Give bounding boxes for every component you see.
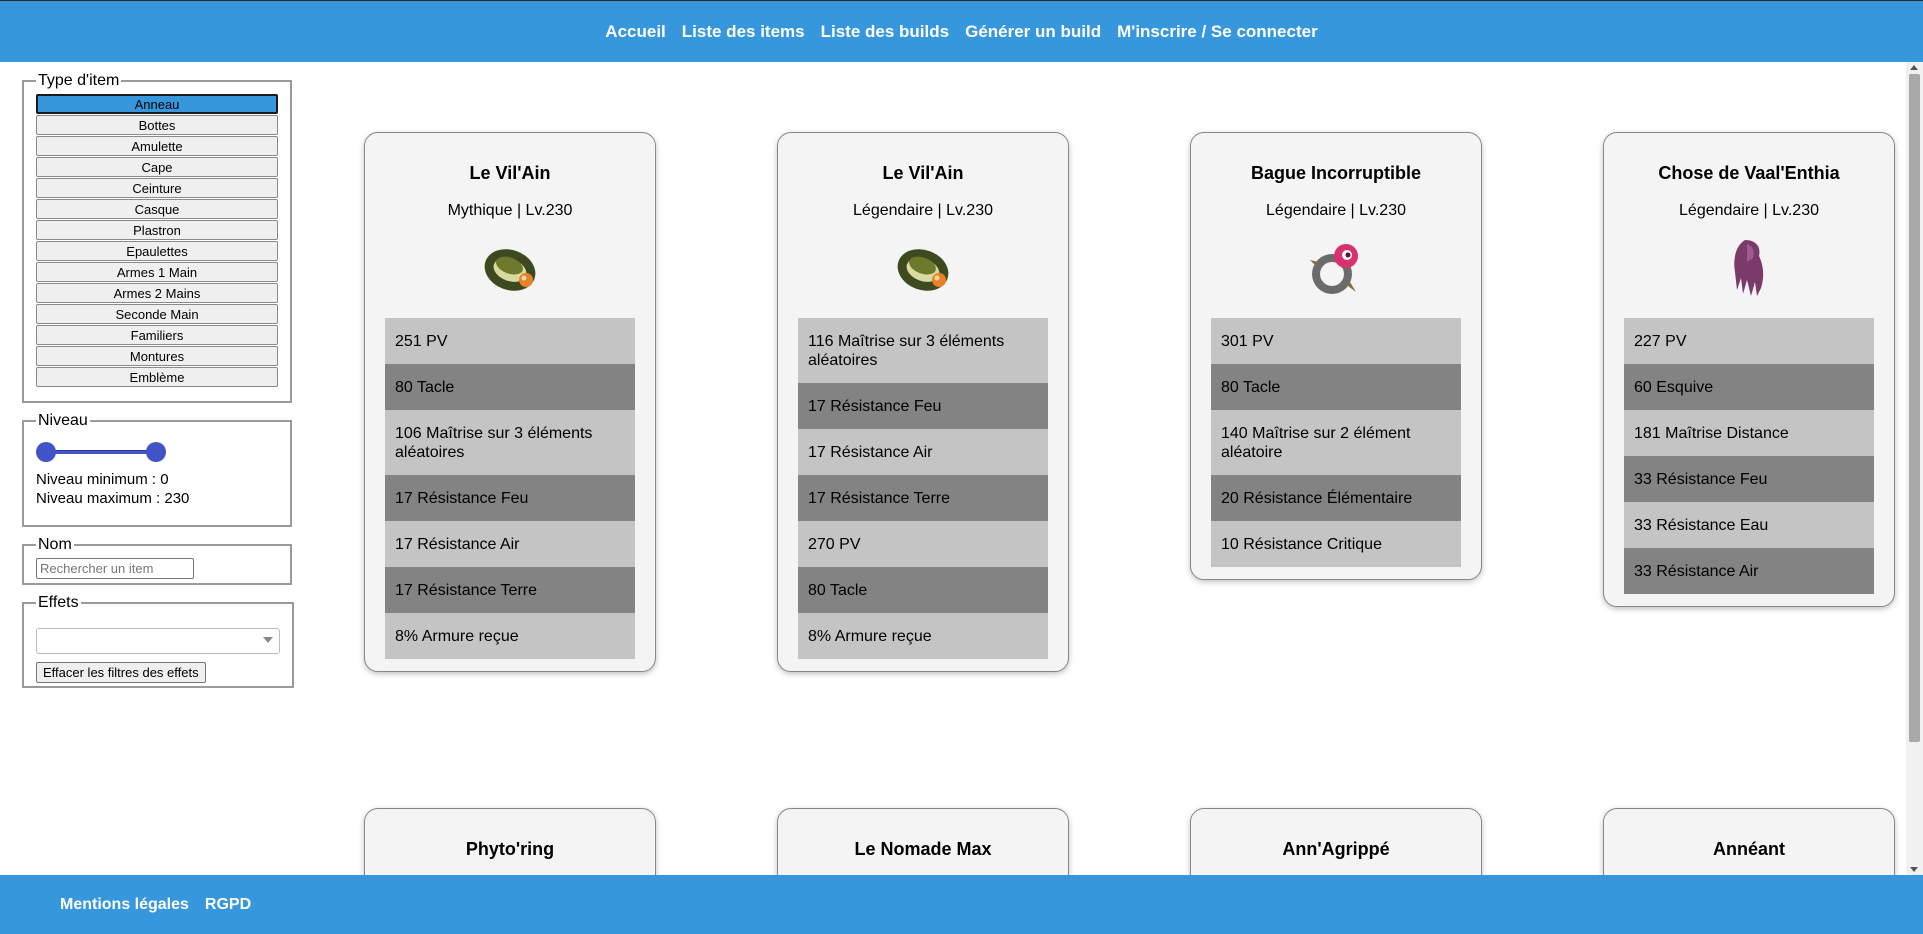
footer-link-rgpd[interactable]: RGPD (205, 896, 251, 914)
scrollbar-thumb[interactable] (1909, 74, 1920, 742)
type-button-familiers[interactable]: Familiers (36, 325, 278, 345)
item-stats: 116 Maîtrise sur 3 éléments aléatoires 1… (798, 318, 1048, 659)
item-card[interactable]: Chose de Vaal'Enthia Légendaire | Lv.230… (1603, 132, 1895, 607)
item-name: Le Vil'Ain (882, 163, 964, 183)
item-stat: 8% Armure reçue (385, 613, 635, 659)
name-legend: Nom (38, 536, 72, 553)
item-stat: 33 Résistance Eau (1624, 502, 1874, 548)
item-stats: 251 PV 80 Tacle 106 Maîtrise sur 3 éléme… (385, 318, 635, 659)
nav-liste-builds[interactable]: Liste des builds (821, 22, 949, 42)
type-button-seconde-main[interactable]: Seconde Main (36, 304, 278, 324)
type-button-armes-1-main[interactable]: Armes 1 Main (36, 262, 278, 282)
ring-green-orange-icon (798, 236, 1048, 300)
item-stat: 116 Maîtrise sur 3 éléments aléatoires (798, 318, 1048, 383)
effects-legend: Effets (38, 594, 79, 611)
item-stat: 181 Maîtrise Distance (1624, 410, 1874, 456)
item-name: Phyto'ring (465, 839, 555, 859)
nav-liste-items[interactable]: Liste des items (682, 22, 805, 42)
item-name: Ann'Agrippé (1282, 839, 1390, 859)
footer-link-mentions-legales[interactable]: Mentions légales (60, 896, 189, 914)
item-name: Le Vil'Ain (469, 163, 551, 183)
nav-accueil[interactable]: Accueil (605, 22, 665, 42)
item-type-filter: Type d'item Anneau Bottes Amulette Cape … (22, 72, 292, 403)
level-min-handle[interactable] (36, 442, 56, 462)
item-type-legend: Type d'item (38, 72, 120, 89)
scroll-down-arrow-icon[interactable] (1910, 867, 1918, 872)
item-stat: 301 PV (1211, 318, 1461, 364)
item-stat: 33 Résistance Air (1624, 548, 1874, 594)
nav-inscription-connexion[interactable]: M'inscrire / Se connecter (1117, 22, 1318, 42)
ring-green-orange-icon (385, 236, 635, 300)
scroll-up-arrow-icon[interactable] (1910, 65, 1918, 70)
item-stat: 80 Tacle (385, 364, 635, 410)
item-card[interactable]: Bague Incorruptible Légendaire | Lv.230 … (1190, 132, 1482, 580)
item-name: Chose de Vaal'Enthia (1658, 163, 1840, 183)
level-max-handle[interactable] (146, 442, 166, 462)
effects-select[interactable] (36, 628, 280, 654)
page-scrollbar[interactable] (1906, 62, 1923, 875)
item-rarity-level: Légendaire | Lv.230 (1266, 202, 1406, 219)
item-card[interactable]: Le Vil'Ain Mythique | Lv.230 251 PV 80 T… (364, 132, 656, 672)
purple-claw-icon (1624, 236, 1874, 300)
item-stat: 10 Résistance Critique (1211, 521, 1461, 567)
type-button-anneau[interactable]: Anneau (36, 94, 278, 114)
level-min-text: Niveau minimum : 0 (36, 471, 169, 488)
item-stat: 8% Armure reçue (798, 613, 1048, 659)
item-name: Bague Incorruptible (1250, 163, 1421, 183)
level-range-slider[interactable] (36, 434, 166, 470)
item-stat: 251 PV (385, 318, 635, 364)
type-button-montures[interactable]: Montures (36, 346, 278, 366)
item-stat: 17 Résistance Feu (798, 383, 1048, 429)
type-button-plastron[interactable]: Plastron (36, 220, 278, 240)
level-filter: Niveau Niveau minimum : 0 Niveau maximum… (22, 412, 292, 527)
item-stat: 17 Résistance Terre (385, 567, 635, 613)
item-stat: 20 Résistance Élémentaire (1211, 475, 1461, 521)
item-stat: 140 Maîtrise sur 2 élément aléatoire (1211, 410, 1461, 475)
chevron-down-icon (263, 637, 273, 643)
type-button-cape[interactable]: Cape (36, 157, 278, 177)
type-button-armes-2-mains[interactable]: Armes 2 Mains (36, 283, 278, 303)
level-legend: Niveau (38, 412, 88, 429)
item-name: Annéant (1713, 839, 1785, 859)
item-stat: 106 Maîtrise sur 3 éléments aléatoires (385, 410, 635, 475)
item-rarity-level: Légendaire | Lv.230 (853, 202, 993, 219)
item-stat: 80 Tacle (1211, 364, 1461, 410)
item-stat: 60 Esquive (1624, 364, 1874, 410)
item-stat: 227 PV (1624, 318, 1874, 364)
item-name: Le Nomade Max (854, 839, 992, 859)
nav-generer-build[interactable]: Générer un build (965, 22, 1101, 42)
item-stat: 17 Résistance Air (798, 429, 1048, 475)
type-button-embleme[interactable]: Emblème (36, 367, 278, 387)
item-stats: 227 PV 60 Esquive 181 Maîtrise Distance … (1624, 318, 1874, 594)
item-stat: 33 Résistance Feu (1624, 456, 1874, 502)
item-stat: 17 Résistance Terre (798, 475, 1048, 521)
item-stat: 17 Résistance Feu (385, 475, 635, 521)
level-slider-track (46, 450, 156, 454)
top-navbar: Accueil Liste des items Liste des builds… (0, 0, 1923, 62)
effects-filter: Effets Effacer les filtres des effets (22, 594, 294, 688)
type-button-epaulettes[interactable]: Epaulettes (36, 241, 278, 261)
item-stat: 80 Tacle (798, 567, 1048, 613)
type-button-ceinture[interactable]: Ceinture (36, 178, 278, 198)
clear-effects-button[interactable]: Effacer les filtres des effets (36, 662, 206, 683)
ring-pink-eye-icon (1211, 236, 1461, 300)
item-search-input[interactable] (36, 558, 194, 579)
item-rarity-level: Légendaire | Lv.230 (1679, 202, 1819, 219)
type-button-bottes[interactable]: Bottes (36, 115, 278, 135)
level-max-text: Niveau maximum : 230 (36, 490, 190, 507)
item-stat: 270 PV (798, 521, 1048, 567)
item-card[interactable]: Le Vil'Ain Légendaire | Lv.230 116 Maîtr… (777, 132, 1069, 672)
item-stats: 301 PV 80 Tacle 140 Maîtrise sur 2 éléme… (1211, 318, 1461, 567)
item-stat: 17 Résistance Air (385, 521, 635, 567)
type-button-casque[interactable]: Casque (36, 199, 278, 219)
name-filter: Nom (22, 536, 292, 585)
type-button-amulette[interactable]: Amulette (36, 136, 278, 156)
item-rarity-level: Mythique | Lv.230 (447, 202, 573, 219)
footer: Mentions légales RGPD (0, 875, 1923, 934)
filters-sidebar: Type d'item Anneau Bottes Amulette Cape … (22, 72, 294, 697)
